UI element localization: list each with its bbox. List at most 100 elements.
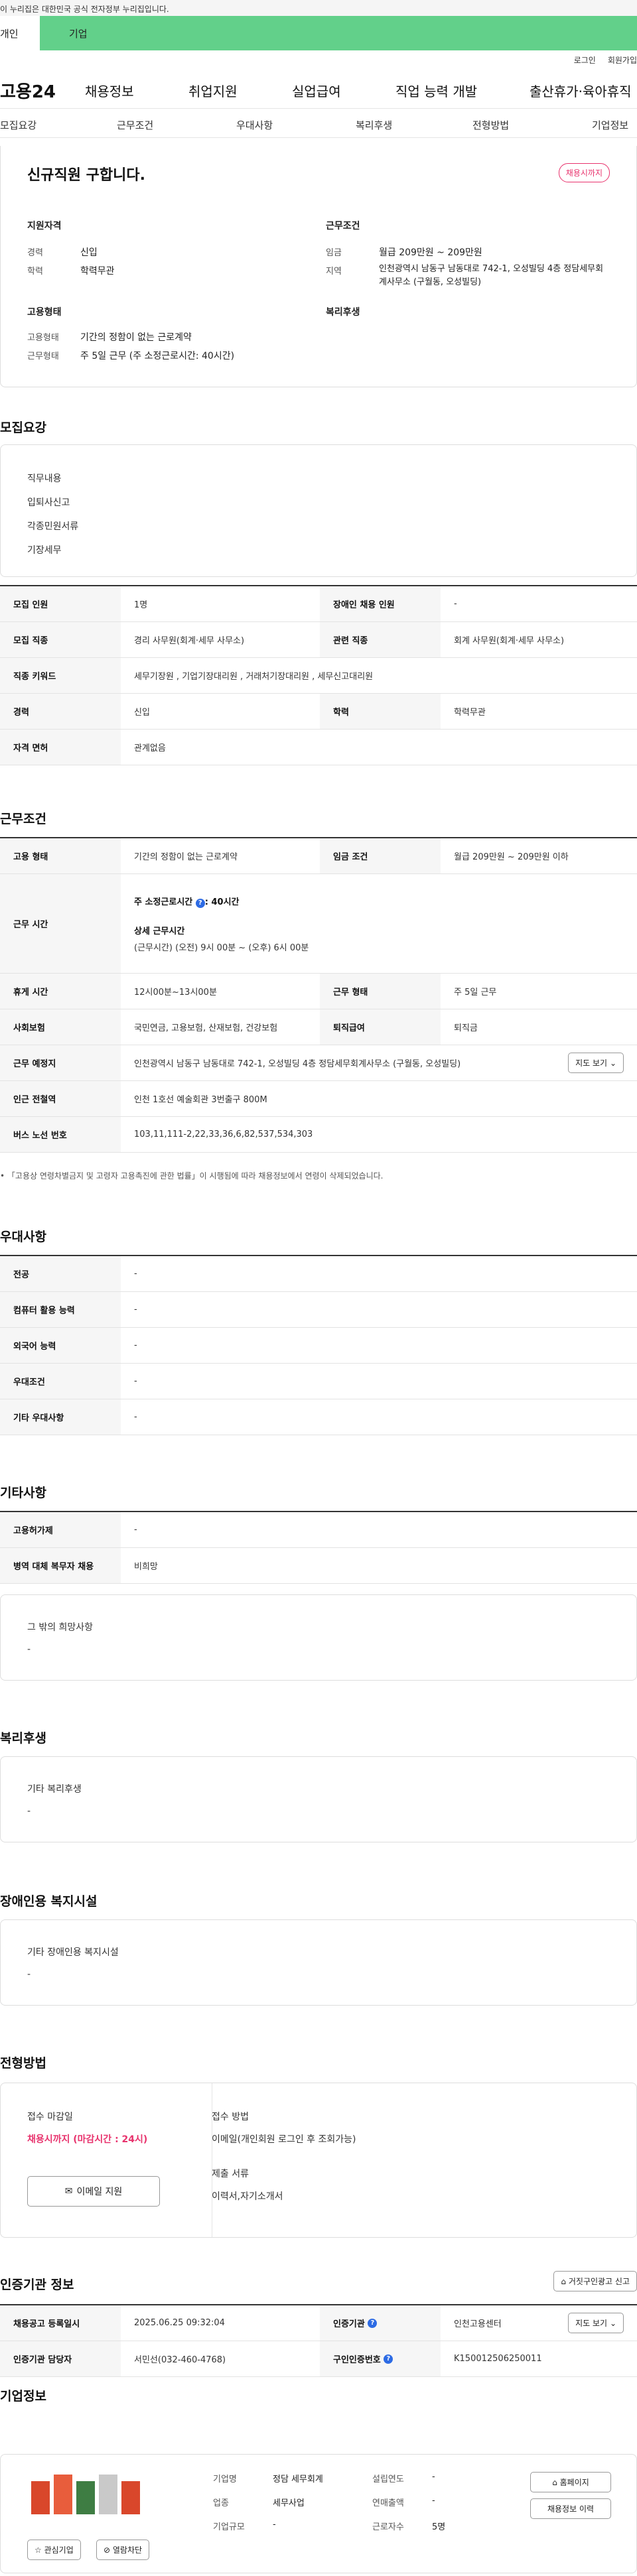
- subnav-item[interactable]: 전형방법: [472, 118, 509, 132]
- row-value: 세무기장원 , 기업기장대리원 , 거래처기장대리원 , 세무신고대리원: [134, 672, 374, 682]
- row-value: -: [134, 1340, 137, 1350]
- row-header: 외국어 능력: [0, 1328, 121, 1363]
- section-title-conditions: 근무조건: [0, 812, 46, 826]
- gov-banner: 이 누리집은 대한민국 공식 전자정부 누리집입니다.: [0, 0, 637, 16]
- report-fake-ad-button[interactable]: ⌂ 거짓구인광고 신고: [553, 2271, 637, 2291]
- row-value: -: [134, 1305, 137, 1315]
- age-note: • 「고용상 연령차별금지 및 고령자 고용촉진에 관한 법률」이 시행됨에 따…: [0, 1170, 383, 1181]
- row-value: 국민연금, 고용보험, 산재보험, 건강보험: [134, 1023, 278, 1033]
- email-apply-button[interactable]: ✉ 이메일 지원: [27, 2176, 160, 2207]
- row-value: -: [134, 1412, 137, 1422]
- gnb-item[interactable]: 채용정보: [85, 81, 134, 100]
- table-row: 기타 우대사항 -: [0, 1399, 637, 1435]
- career-label: 경력: [27, 248, 43, 258]
- welfare-box-heading: 기타 복리후생: [27, 1784, 82, 1795]
- gnb-item[interactable]: 출산휴가·육아휴직: [530, 81, 632, 100]
- history-button[interactable]: 채용정보 이력: [530, 2498, 611, 2519]
- summary-card: 신규직원 구합니다. 채용시까지 지원자격 경력 신입 학력 학력무관 근무조건…: [0, 146, 637, 387]
- row-value: 주 5일 근무: [454, 988, 497, 998]
- section-title-welfare: 복리후생: [0, 1731, 46, 1746]
- subnav-item[interactable]: 우대사항: [236, 118, 273, 132]
- area-value: 인천광역시 남동구 남동대로 742-1, 오성빌딩 4층 정담세무회계사무소 …: [379, 264, 604, 287]
- table-row: 병역 대체 복무자 채용 비희망: [0, 1548, 637, 1584]
- map-button[interactable]: 지도 보기 ⌄: [568, 1053, 624, 1073]
- block-view-label: 열람차단: [112, 2545, 143, 2555]
- favorite-company-button[interactable]: ☆ 관심기업: [27, 2540, 81, 2560]
- section-title-company: 기업정보: [0, 2389, 46, 2404]
- subnav-item[interactable]: 복리후생: [356, 118, 392, 132]
- row-header: 직종 키워드: [0, 658, 121, 693]
- row-header: 버스 노선 번호: [0, 1117, 121, 1152]
- site-logo[interactable]: 고용24: [0, 78, 56, 103]
- email-apply-label: 이메일 지원: [76, 2187, 123, 2197]
- row-header: 구인인증번호 ?: [320, 2341, 441, 2376]
- chevron-down-icon: ⌄: [609, 1059, 616, 1068]
- weekly-hours-label: 주 소정근로시간: [134, 897, 193, 907]
- info-icon[interactable]: ?: [384, 2354, 393, 2364]
- tab-personal[interactable]: 개인: [0, 16, 40, 50]
- row-value: -: [134, 1525, 137, 1535]
- company-name: 정담 세무회계: [273, 2475, 323, 2484]
- gnb-item[interactable]: 취업지원: [188, 81, 238, 100]
- row-header: 근무 예정지: [0, 1045, 121, 1080]
- duty-item: 기장세무: [27, 545, 62, 556]
- table-row: 채용공고 등록일시 2025.06.25 09:32:04 인증기관 ? 인천고…: [0, 2305, 637, 2341]
- info-icon[interactable]: ?: [368, 2318, 378, 2328]
- section-title-disability: 장애인용 복지시설: [0, 1894, 98, 1909]
- row-header: 모집 인원: [0, 586, 121, 621]
- row-header: 컴퓨터 활용 능력: [0, 1292, 121, 1327]
- industry-value: 세무사업: [273, 2498, 305, 2508]
- row-header: 장애인 채용 인원: [320, 586, 441, 621]
- agency-map-button[interactable]: 지도 보기 ⌄: [568, 2313, 624, 2333]
- type-heading: 고용형태: [27, 307, 62, 318]
- other-table: 고용허가제 - 병역 대체 복무자 채용 비희망: [0, 1511, 637, 1584]
- section-title-preference: 우대사항: [0, 1230, 46, 1244]
- gnb-item[interactable]: 실업급여: [292, 81, 341, 100]
- join-link[interactable]: 회원가입: [608, 56, 637, 65]
- info-icon[interactable]: ?: [195, 898, 205, 908]
- duties-box: 직무내용 입퇴사신고 각종민원서류 기장세무: [0, 444, 637, 577]
- cert-no-label: 구인인증번호: [333, 2355, 381, 2365]
- table-row: 직종 키워드 세무기장원 , 기업기장대리원 , 거래처기장대리원 , 세무신고…: [0, 658, 637, 694]
- row-header: 휴게 시간: [0, 974, 121, 1009]
- table-row: 우대조건 -: [0, 1364, 637, 1399]
- deadline-value: 채용시까지 (마감시간 : 24시): [27, 2134, 148, 2145]
- conditions-table: 고용 형태 기간의 정함이 없는 근로계약 임금 조건 월급 209만원 ~ 2…: [0, 837, 637, 1153]
- table-row: 버스 노선 번호 103,11,111-2,22,33,36,6,82,537,…: [0, 1117, 637, 1153]
- tab-company[interactable]: 기업: [69, 27, 88, 40]
- row-header: 인증기관 담당자: [0, 2341, 121, 2376]
- docs-label: 제출 서류: [212, 2169, 249, 2179]
- row-header: 학력: [320, 694, 441, 729]
- row-value: 퇴직금: [454, 1023, 478, 1033]
- subnav-item[interactable]: 근무조건: [117, 118, 153, 132]
- login-link[interactable]: 로그인: [574, 56, 596, 65]
- row-value: -: [134, 1269, 137, 1279]
- subnav-item[interactable]: 모집요강: [0, 118, 36, 132]
- qual-heading: 지원자격: [27, 221, 62, 231]
- row-value: 서민선(032-460-4768): [134, 2355, 226, 2365]
- job-title: 신규직원 구합니다.: [27, 167, 145, 184]
- method-value: 이메일(개인회원 로그인 후 조회가능): [212, 2134, 356, 2145]
- subnav-item[interactable]: 기업정보: [592, 118, 628, 132]
- section-title-screening: 전형방법: [0, 2056, 46, 2071]
- table-row: 근무 시간 주 소정근로시간 ?: 40시간 상세 근무시간 (근무시간) (오…: [0, 874, 637, 974]
- bullet-icon: •: [0, 1171, 5, 1181]
- deadline-label: 접수 마감일: [27, 2112, 73, 2122]
- report-fake-ad-label: 거짓구인광고 신고: [568, 2277, 630, 2286]
- edu-value: 학력무관: [80, 266, 115, 277]
- block-view-button[interactable]: ⊘ 열람차단: [96, 2540, 150, 2560]
- row-header: 전공: [0, 1256, 121, 1291]
- block-icon: ⊘: [104, 2545, 111, 2555]
- area-label: 지역: [326, 267, 342, 277]
- row-value: 관계없음: [134, 743, 166, 753]
- year-value: -: [432, 2472, 435, 2482]
- row-value: K150012506250011: [454, 2354, 542, 2364]
- staff-value: 5명: [432, 2522, 446, 2532]
- work-place: 인천광역시 남동구 남동대로 742-1, 오성빌딩 4층 정담세무회계사무소 …: [134, 1059, 461, 1069]
- gnb-item[interactable]: 직업 능력 개발: [395, 81, 477, 100]
- weekly-hours-value: : 40시간: [204, 897, 240, 907]
- cond-heading: 근무조건: [326, 221, 360, 231]
- homepage-button[interactable]: ⌂ 홈페이지: [530, 2472, 611, 2492]
- row-header: 고용 형태: [0, 838, 121, 873]
- table-row: 휴게 시간 12시00분~13시00분 근무 형태 주 5일 근무: [0, 974, 637, 1009]
